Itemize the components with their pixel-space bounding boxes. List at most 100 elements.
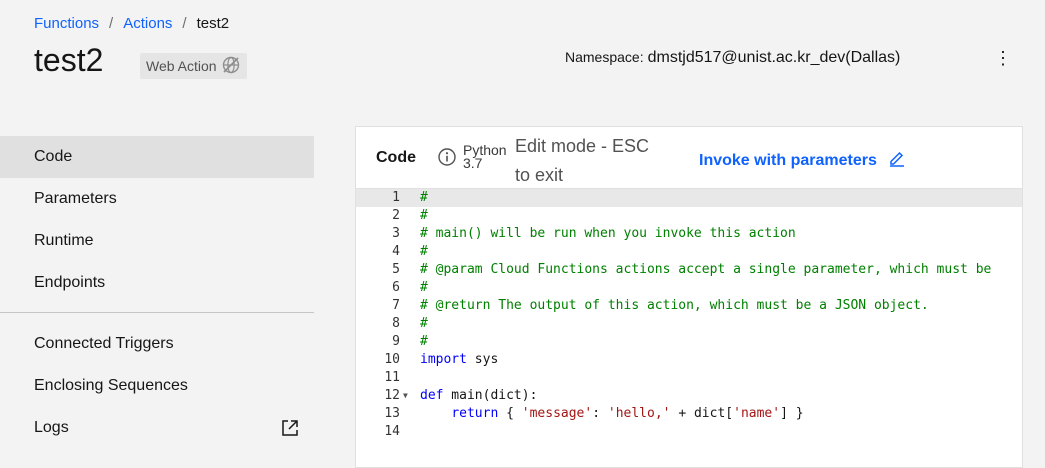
code-token: 'message' [521, 406, 593, 421]
code-line[interactable]: 14 [356, 423, 1022, 441]
code-token: ] } [780, 406, 804, 421]
code-line[interactable]: 6 # [356, 279, 1022, 297]
web-disabled-icon [221, 55, 241, 78]
line-number: 12 [384, 388, 400, 403]
code-token: # [420, 316, 428, 331]
code-token: 'hello,' [607, 406, 671, 421]
code-editor[interactable]: 1 #2 #3 # main() will be run when you invok… [356, 188, 1022, 468]
code-text: def main(dict): [420, 387, 537, 405]
runtime-label: Python 3.7 [463, 142, 507, 171]
code-text: # @param Cloud Functions actions accept … [420, 261, 991, 279]
code-token: # main() will be run when you invoke thi… [420, 226, 796, 241]
code-text: # [420, 315, 428, 333]
line-number: 14 [384, 424, 400, 439]
breadcrumb-actions-link[interactable]: Actions [123, 15, 172, 32]
line-number: 11 [384, 370, 400, 385]
code-panel-title: Code [376, 149, 416, 166]
code-text: import sys [420, 351, 498, 369]
code-token: # @param Cloud Functions actions accept … [420, 262, 992, 277]
code-panel-header: Code Python 3.7 Edit mode - ESC to exit I… [356, 127, 1022, 187]
external-link-icon [280, 418, 300, 443]
sidebar-item-logs-label: Logs [34, 419, 69, 436]
code-line[interactable]: 1 # [356, 189, 1022, 207]
code-line[interactable]: 12 ▼ def main(dict): [356, 387, 1022, 405]
namespace: Namespace: dmstjd517@unist.ac.kr_dev(Dall… [565, 49, 900, 67]
code-token: # [420, 334, 428, 349]
sidebar-item-enclosing-sequences[interactable]: Enclosing Sequences [0, 365, 314, 407]
line-number: 10 [384, 352, 400, 367]
namespace-label: Namespace: [565, 49, 644, 65]
code-token: # @return The output of this action, whi… [420, 298, 929, 313]
line-number: 9 [392, 334, 400, 349]
overflow-menu-icon[interactable]: ⋮ [994, 48, 1012, 68]
code-token: def [420, 388, 444, 403]
sidebar-item-logs[interactable]: Logs [0, 407, 314, 449]
code-line[interactable]: 11 [356, 369, 1022, 387]
code-line[interactable]: 9 # [356, 333, 1022, 351]
code-token: { [498, 406, 522, 421]
invoke-label: Invoke with parameters [699, 151, 877, 169]
code-token: + dict[ [670, 406, 734, 421]
edit-pencil-icon [887, 148, 907, 173]
code-line[interactable]: 2 # [356, 207, 1022, 225]
fold-arrow-icon[interactable]: ▼ [403, 387, 408, 405]
breadcrumb-separator: / [182, 15, 187, 32]
code-panel: Code Python 3.7 Edit mode - ESC to exit I… [355, 126, 1023, 468]
line-number: 7 [392, 298, 400, 313]
line-number: 8 [392, 316, 400, 331]
sidebar-item-parameters[interactable]: Parameters [0, 178, 314, 220]
code-text: # [420, 189, 428, 207]
sidebar-item-runtime[interactable]: Runtime [0, 220, 314, 262]
code-text: # @return The output of this action, whi… [420, 297, 929, 315]
sidebar-divider [0, 312, 314, 313]
web-action-badge-label: Web Action [146, 58, 217, 74]
namespace-value: dmstjd517@unist.ac.kr_dev(Dallas) [647, 49, 901, 66]
invoke-with-parameters-button[interactable]: Invoke with parameters [699, 148, 907, 173]
sidebar-item-code[interactable]: Code [0, 136, 314, 178]
code-token: return [451, 406, 499, 421]
sidebar-item-connected-triggers[interactable]: Connected Triggers [0, 323, 314, 365]
code-text: return { 'message': 'hello,' + dict['nam… [420, 405, 804, 423]
code-token: # [420, 208, 428, 223]
breadcrumb-current: test2 [196, 15, 230, 32]
code-token: 'name' [733, 406, 781, 421]
line-number: 6 [392, 280, 400, 295]
sidebar-item-endpoints[interactable]: Endpoints [0, 262, 314, 304]
code-line[interactable]: 4 # [356, 243, 1022, 261]
code-text: # [420, 207, 428, 225]
line-number: 5 [392, 262, 400, 277]
breadcrumb-separator: / [109, 15, 114, 32]
code-line[interactable]: 8 # [356, 315, 1022, 333]
code-line[interactable]: 7 # @return The output of this action, wh… [356, 297, 1022, 315]
code-token: import [420, 352, 467, 367]
code-token: : [592, 406, 608, 421]
page-title: test2 [34, 42, 104, 78]
code-line[interactable]: 3 # main() will be run when you invoke th… [356, 225, 1022, 243]
code-text: # [420, 279, 428, 297]
code-token: # [420, 244, 428, 259]
edit-mode-hint: Edit mode - ESC to exit [515, 132, 685, 190]
code-line[interactable]: 5 # @param Cloud Functions actions accept… [356, 261, 1022, 279]
breadcrumb-functions-link[interactable]: Functions [34, 15, 99, 32]
line-number: 1 [392, 190, 400, 205]
code-token: main(dict): [443, 388, 538, 403]
code-token: # [420, 280, 428, 295]
code-text: # [420, 333, 428, 351]
code-text: # main() will be run when you invoke thi… [420, 225, 796, 243]
breadcrumb: Functions / Actions / test2 [34, 15, 229, 32]
line-number: 2 [392, 208, 400, 223]
code-line[interactable]: 10 import sys [356, 351, 1022, 369]
code-line[interactable]: 13 return { 'message': 'hello,' + dict['… [356, 405, 1022, 423]
edit-mode-hint-primary: Edit mode - ESC [515, 136, 650, 156]
sidebar: Code Parameters Runtime Endpoints Connec… [0, 136, 314, 449]
line-number: 3 [392, 226, 400, 241]
web-action-badge: Web Action [140, 53, 247, 79]
code-text: # [420, 243, 428, 261]
code-token: sys [466, 352, 499, 367]
info-icon[interactable] [437, 147, 457, 172]
line-number: 13 [384, 406, 400, 421]
line-number: 4 [392, 244, 400, 259]
code-token: # [420, 190, 428, 205]
edit-mode-hint-secondary: to exit [515, 165, 564, 185]
